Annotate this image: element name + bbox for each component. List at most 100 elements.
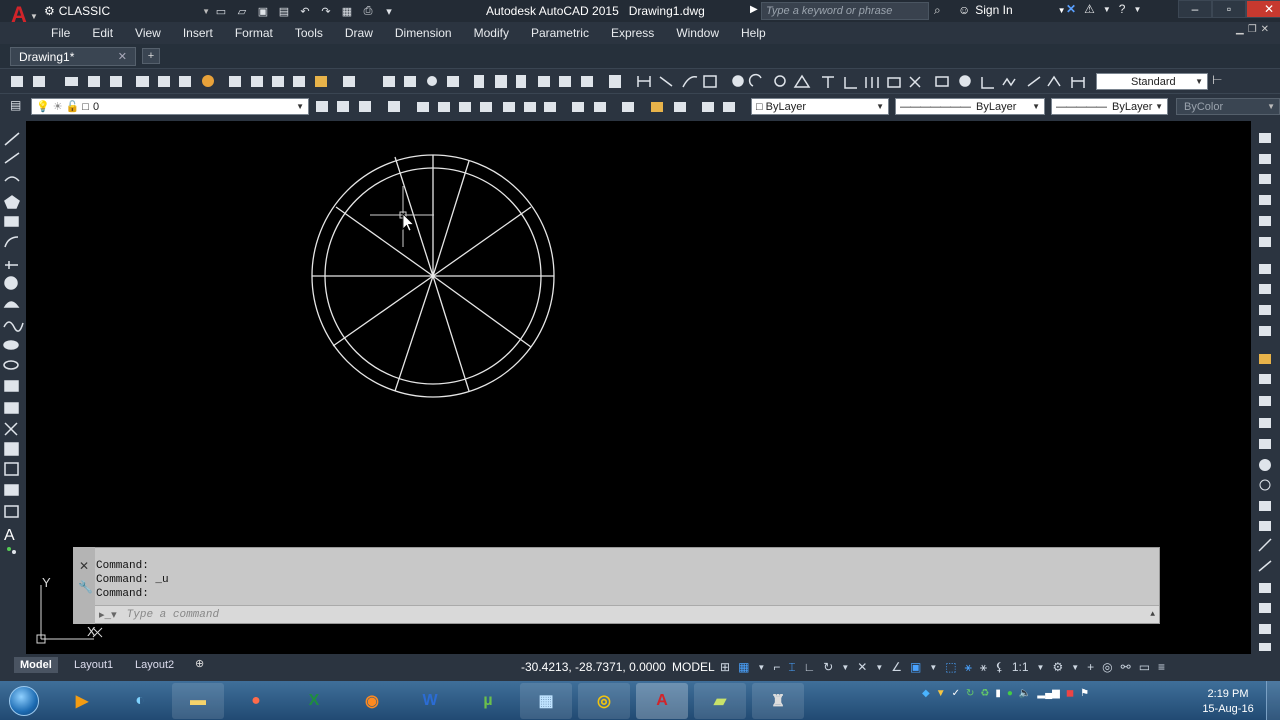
- network-tray-icon[interactable]: ▼: [936, 688, 946, 699]
- chevron-down-icon[interactable]: ▼: [757, 663, 765, 672]
- utorrent-icon[interactable]: µ: [462, 683, 514, 719]
- redo-icon[interactable]: ↷: [317, 3, 335, 19]
- chevron-down-icon[interactable]: ▼: [1133, 5, 1141, 14]
- menu-edit[interactable]: Edit: [81, 26, 124, 40]
- security-tray-icon[interactable]: ✓: [952, 688, 960, 699]
- customization-menu-icon[interactable]: ≡: [1158, 660, 1165, 674]
- chevron-down-icon[interactable]: ▼: [841, 663, 849, 672]
- model-space-button[interactable]: MODEL: [672, 660, 715, 674]
- help-icon[interactable]: ?: [1119, 2, 1126, 16]
- doc-restore-button[interactable]: ❐: [1248, 24, 1257, 35]
- menu-window[interactable]: Window: [665, 26, 730, 40]
- plus-icon[interactable]: +: [1087, 660, 1094, 674]
- action-center-icon[interactable]: ⚑: [1080, 688, 1089, 699]
- isodraft-icon[interactable]: ✕: [857, 660, 867, 674]
- tab-model[interactable]: Model: [14, 657, 58, 673]
- a360-icon[interactable]: ⚠: [1084, 2, 1095, 16]
- close-icon[interactable]: ✕: [79, 559, 89, 573]
- object-snap-icon[interactable]: ▣: [910, 660, 921, 674]
- snap-icon[interactable]: ▦: [738, 660, 749, 674]
- antivirus-tray-icon[interactable]: ◼: [1066, 688, 1074, 699]
- chevron-down-icon[interactable]: ▼: [1071, 663, 1079, 672]
- close-button[interactable]: ✕: [1246, 0, 1280, 18]
- add-layout-icon[interactable]: ⊕: [195, 657, 204, 670]
- open-icon[interactable]: ▱: [233, 3, 251, 19]
- menu-file[interactable]: File: [40, 26, 81, 40]
- sync-tray-icon[interactable]: ↻: [966, 688, 974, 699]
- isolate-objects-icon[interactable]: ◎: [1102, 660, 1112, 674]
- save-icon[interactable]: ▣: [254, 3, 272, 19]
- firefox-icon[interactable]: ◉: [346, 683, 398, 719]
- doc-close-button[interactable]: ✕: [1261, 24, 1269, 35]
- chevron-down-icon[interactable]: ▼: [929, 663, 937, 672]
- polar-icon[interactable]: ↻: [823, 660, 833, 674]
- tab-drawing1[interactable]: Drawing1* ✕: [10, 47, 136, 66]
- lineweight-select[interactable]: ————— ByLayer ▼: [1051, 98, 1168, 115]
- chevron-down-icon[interactable]: ▾: [380, 3, 398, 19]
- object-snap-tracking-icon[interactable]: ∠: [891, 660, 902, 674]
- app-tray-icon[interactable]: ♻: [980, 688, 989, 699]
- show-desktop-button[interactable]: [1266, 681, 1280, 720]
- new-icon[interactable]: ▭: [212, 3, 230, 19]
- battery-icon[interactable]: ▮: [995, 688, 1001, 699]
- save-as-icon[interactable]: ▤: [275, 3, 293, 19]
- menu-help[interactable]: Help: [730, 26, 777, 40]
- undo-icon[interactable]: ↶: [296, 3, 314, 19]
- start-button[interactable]: [2, 682, 46, 720]
- layer-select[interactable]: 💡 ☀ 🔓 □ 0 ▼: [31, 98, 309, 115]
- grid-icon[interactable]: ⊞: [720, 660, 730, 674]
- chevron-up-icon[interactable]: ▲: [1150, 610, 1155, 619]
- layer-properties-icon[interactable]: ▤: [10, 98, 21, 112]
- sticky-notes-icon[interactable]: ▰: [694, 683, 746, 719]
- taskbar-clock[interactable]: 2:19 PM 15-Aug-16: [1198, 687, 1258, 717]
- linetype-select[interactable]: ——————— ByLayer ▼: [895, 98, 1045, 115]
- gear-icon[interactable]: ⚙: [1052, 660, 1063, 674]
- tab-layout2[interactable]: Layout2: [129, 657, 180, 673]
- command-prompt-icon[interactable]: ▸_▾: [99, 608, 117, 622]
- chevron-down-icon[interactable]: ▼: [1103, 5, 1111, 14]
- lineweight-icon[interactable]: ⬚: [945, 660, 956, 674]
- binoculars-icon[interactable]: ⌕: [934, 3, 941, 18]
- menu-insert[interactable]: Insert: [172, 26, 224, 40]
- chrome-icon[interactable]: ◎: [578, 683, 630, 719]
- autocad-taskbar-icon[interactable]: A: [636, 683, 688, 719]
- new-tab-button[interactable]: +: [142, 48, 160, 64]
- color-select[interactable]: □ ByLayer ▼: [751, 98, 889, 115]
- hardware-acceleration-icon[interactable]: ⚯: [1121, 660, 1131, 674]
- wrench-icon[interactable]: 🔧: [78, 580, 93, 594]
- whatsapp-tray-icon[interactable]: ●: [1007, 688, 1013, 699]
- menu-express[interactable]: Express: [600, 26, 665, 40]
- close-icon[interactable]: ✕: [118, 50, 127, 63]
- menu-draw[interactable]: Draw: [334, 26, 384, 40]
- workspace-switcher[interactable]: ⚙ CLASSIC ▼: [44, 2, 210, 20]
- command-window-grip[interactable]: ✕ 🔧: [73, 547, 95, 624]
- plotstyle-select[interactable]: ByColor ▼: [1176, 98, 1280, 115]
- tab-layout1[interactable]: Layout1: [68, 657, 119, 673]
- maximize-button[interactable]: ▫: [1212, 0, 1246, 18]
- chevron-down-icon[interactable]: ▼: [875, 663, 883, 672]
- command-input[interactable]: ▸_▾ Type a command ▲: [95, 605, 1159, 623]
- auto-scale-icon[interactable]: ⚹: [980, 660, 987, 675]
- dynamic-input-icon[interactable]: ⌶: [788, 660, 795, 675]
- browser-icon[interactable]: ◐: [114, 683, 166, 719]
- search-input[interactable]: Type a keyword or phrase: [761, 2, 929, 20]
- volume-icon[interactable]: 🔈: [1019, 688, 1031, 699]
- excel-icon[interactable]: X: [288, 683, 340, 719]
- minimize-button[interactable]: –: [1178, 0, 1212, 18]
- screen-recorder-icon[interactable]: ♜: [752, 683, 804, 719]
- doc-minimize-button[interactable]: ▁: [1236, 24, 1244, 35]
- coordinate-readout[interactable]: -30.4213, -28.7371, 0.0000: [521, 660, 666, 674]
- signal-icon[interactable]: ▂▄▆: [1037, 688, 1059, 699]
- menu-parametric[interactable]: Parametric: [520, 26, 600, 40]
- dim-style-icon[interactable]: ⊢: [1212, 73, 1222, 87]
- chevron-down-icon[interactable]: ▼: [1037, 663, 1045, 672]
- ortho-icon[interactable]: ∟: [804, 660, 816, 674]
- text-style-select[interactable]: Standard ▼: [1096, 73, 1208, 90]
- infer-constraints-icon[interactable]: ⌐: [773, 660, 780, 674]
- exchange-icon[interactable]: ✕: [1066, 2, 1076, 16]
- menu-dimension[interactable]: Dimension: [384, 26, 463, 40]
- word-icon[interactable]: W: [404, 683, 456, 719]
- camera-app-icon[interactable]: ●: [230, 683, 282, 719]
- media-player-icon[interactable]: ▶: [56, 683, 108, 719]
- annotation-scale-value[interactable]: 1:1: [1012, 660, 1029, 674]
